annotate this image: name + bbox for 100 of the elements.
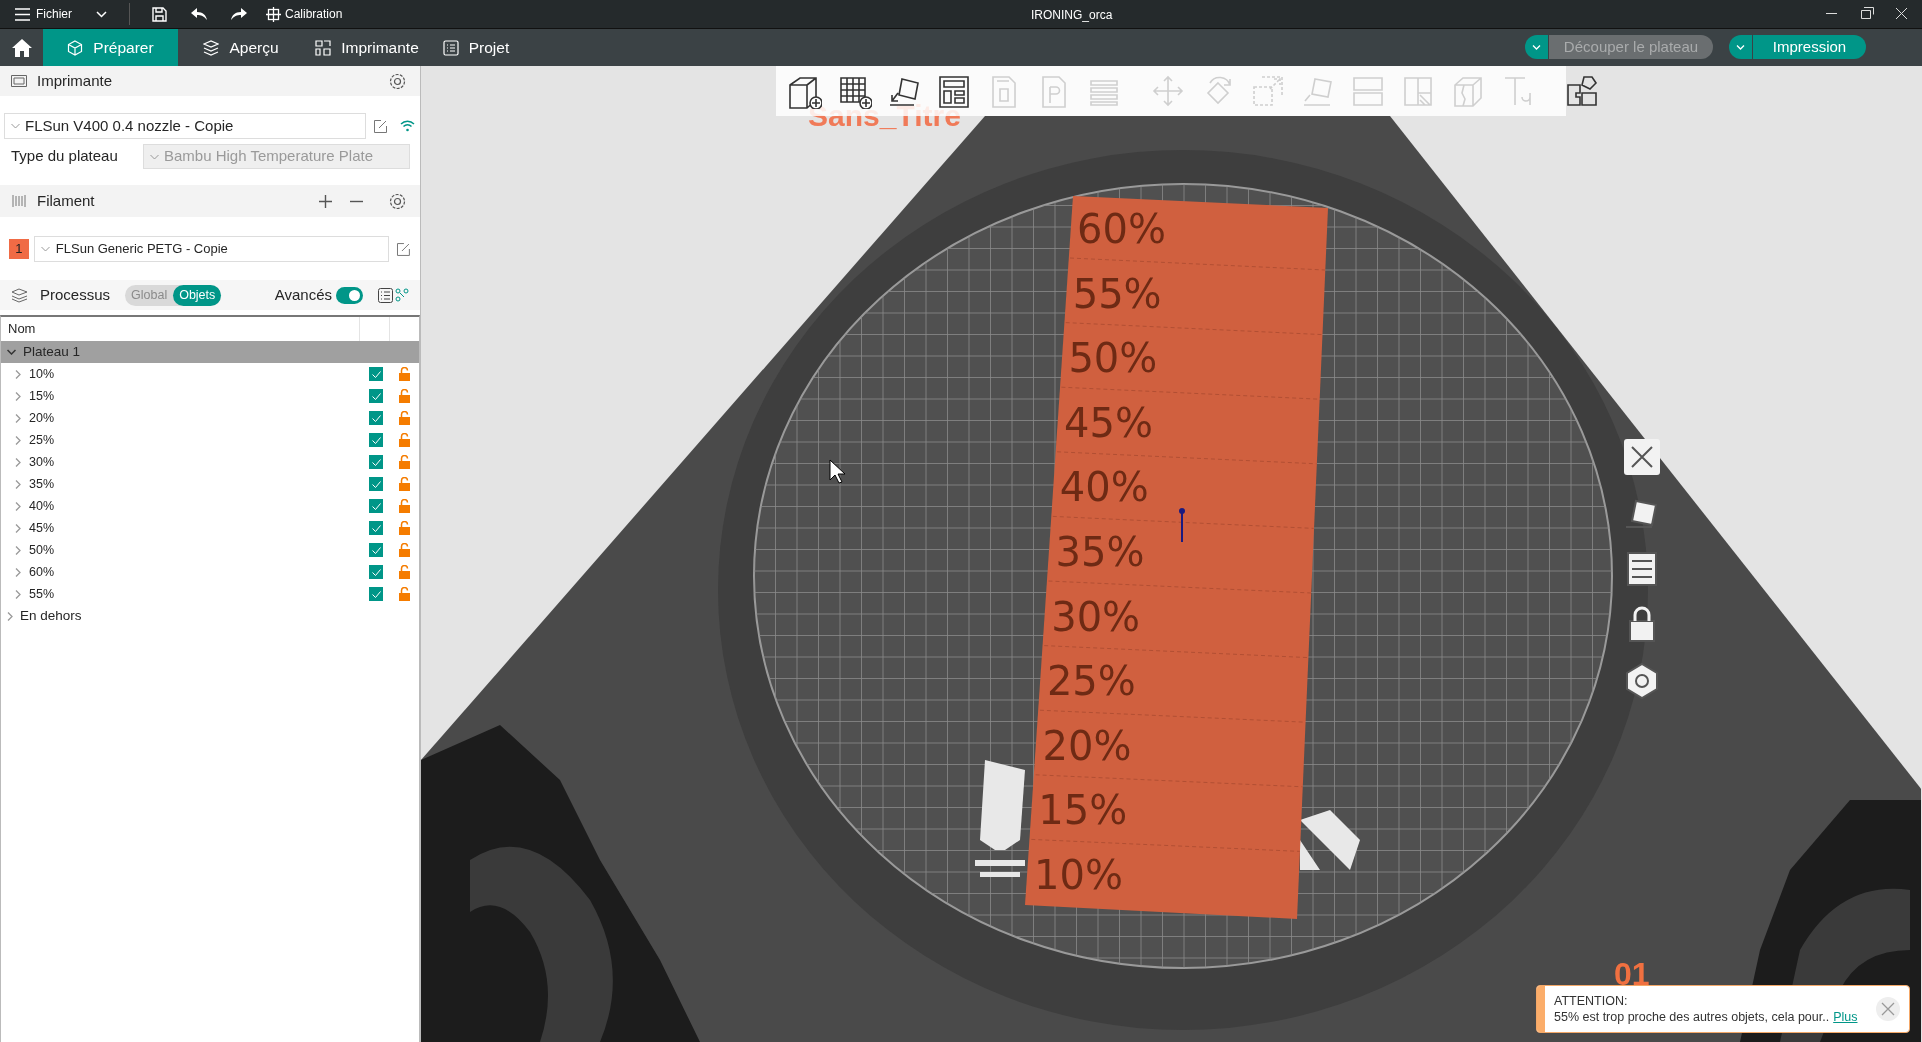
add-icon[interactable] [319, 194, 332, 208]
list-icon[interactable] [378, 287, 393, 303]
checkbox[interactable] [369, 543, 383, 557]
list-icon [442, 39, 459, 56]
checkbox[interactable] [369, 587, 383, 601]
chevron-right-icon[interactable] [15, 545, 21, 555]
object-label: 20% [1042, 722, 1132, 769]
checkbox[interactable] [369, 455, 383, 469]
chevron-down-icon [11, 123, 20, 129]
more-link[interactable]: Plus [1833, 1009, 1858, 1025]
restore-icon[interactable] [1861, 7, 1874, 19]
tree-item[interactable]: 35% [29, 474, 55, 494]
tree-item[interactable]: En dehors [20, 605, 82, 627]
object-name: Sans_Titre [808, 99, 961, 132]
chevron-right-icon[interactable] [15, 369, 21, 379]
filament-color-swatch[interactable]: 1 [9, 239, 29, 259]
pivot-marker [1179, 508, 1185, 543]
object-label: 40% [1059, 464, 1149, 511]
dropdown-toggle[interactable] [1729, 35, 1753, 59]
notification-title: ATTENTION: [1554, 993, 1629, 1009]
nodes-icon[interactable] [395, 288, 409, 302]
tree-item[interactable]: 45% [29, 518, 55, 538]
window-title: IRONING_orca [1031, 7, 1113, 24]
cube-icon [67, 39, 84, 56]
dropdown-toggle[interactable] [1525, 35, 1549, 59]
chevron-right-icon[interactable] [15, 457, 21, 467]
chevron-right-icon[interactable] [15, 435, 21, 445]
tree-item[interactable]: 55% [29, 584, 55, 604]
plate-number: 01 [1614, 956, 1650, 992]
unlocked-icon[interactable] [399, 587, 410, 601]
tab[interactable]: Projet [430, 29, 522, 66]
redo-icon[interactable] [231, 8, 247, 20]
filament-select[interactable]: FLSun Generic PETG - Copie [33, 236, 390, 262]
checkbox[interactable] [369, 433, 383, 447]
tab[interactable]: Aperçu [178, 29, 304, 66]
home-icon[interactable] [12, 38, 32, 57]
device-icon [315, 39, 332, 56]
file-menu[interactable]: Fichier [36, 5, 72, 23]
calibration-menu[interactable]: Calibration [285, 5, 343, 23]
scope-switch[interactable]: Global Objets [125, 284, 222, 306]
tree-item[interactable]: 20% [29, 408, 55, 428]
action-button[interactable]: Impression [1753, 35, 1866, 59]
wifi-icon[interactable] [400, 120, 415, 132]
crosshair-icon[interactable] [266, 6, 281, 22]
spool-icon [11, 194, 27, 208]
tab[interactable]: Préparer [43, 29, 178, 66]
chevron-right-icon[interactable] [15, 479, 21, 489]
unlocked-icon[interactable] [399, 389, 410, 403]
advanced-toggle[interactable] [336, 286, 363, 304]
unlocked-icon[interactable] [399, 455, 410, 469]
tree-item[interactable]: 10% [29, 364, 55, 384]
unlocked-icon[interactable] [399, 521, 410, 535]
unlocked-icon[interactable] [399, 477, 410, 491]
printer-select[interactable]: FLSun V400 0.4 nozzle - Copie [4, 113, 366, 139]
unlocked-icon[interactable] [399, 411, 410, 425]
tree-item[interactable]: Plateau 1 [23, 341, 81, 363]
layers-icon [11, 287, 28, 303]
tree-item[interactable]: 50% [29, 540, 55, 560]
puzzle-icon[interactable] [1564, 73, 1600, 109]
section-title: Processus [40, 284, 111, 305]
unlocked-icon[interactable] [399, 543, 410, 557]
settings-icon[interactable] [389, 192, 406, 210]
edit-icon[interactable] [396, 241, 411, 257]
unlocked-icon[interactable] [399, 499, 410, 513]
unlocked-icon[interactable] [399, 565, 410, 579]
checkbox[interactable] [369, 367, 383, 381]
checkbox[interactable] [369, 411, 383, 425]
chevron-right-icon[interactable] [15, 567, 21, 577]
chevron-down-icon [1736, 44, 1745, 50]
scope-option[interactable]: Objets [173, 284, 222, 306]
tab[interactable]: Imprimante [304, 29, 430, 66]
chevron-right-icon[interactable] [15, 523, 21, 533]
close-icon[interactable] [1896, 8, 1907, 19]
chevron-right-icon[interactable] [15, 589, 21, 599]
checkbox[interactable] [369, 389, 383, 403]
unlocked-icon[interactable] [399, 433, 410, 447]
object-label: 45% [1064, 399, 1153, 446]
tree-item[interactable]: 60% [29, 562, 55, 582]
save-icon[interactable] [152, 6, 167, 22]
edit-icon[interactable] [373, 118, 388, 134]
tree-item[interactable]: 30% [29, 452, 55, 472]
printer-icon [11, 74, 27, 88]
chevron-right-icon[interactable] [15, 501, 21, 511]
close-icon[interactable] [1622, 437, 1662, 477]
undo-icon[interactable] [191, 8, 207, 20]
chevron-right-icon[interactable] [15, 391, 21, 401]
section-title: Filament [37, 190, 95, 211]
checkbox[interactable] [369, 521, 383, 535]
menu-icon[interactable] [15, 7, 30, 21]
tree-item[interactable]: 40% [29, 496, 55, 516]
checkbox[interactable] [369, 565, 383, 579]
settings-icon[interactable] [389, 72, 406, 90]
checkbox[interactable] [369, 477, 383, 491]
chevron-right-icon[interactable] [7, 611, 13, 621]
tree-item[interactable]: 15% [29, 386, 55, 406]
unlocked-icon[interactable] [399, 367, 410, 381]
chevron-down-icon [150, 153, 159, 160]
chevron-right-icon[interactable] [15, 413, 21, 423]
tree-item[interactable]: 25% [29, 430, 55, 450]
checkbox[interactable] [369, 499, 383, 513]
